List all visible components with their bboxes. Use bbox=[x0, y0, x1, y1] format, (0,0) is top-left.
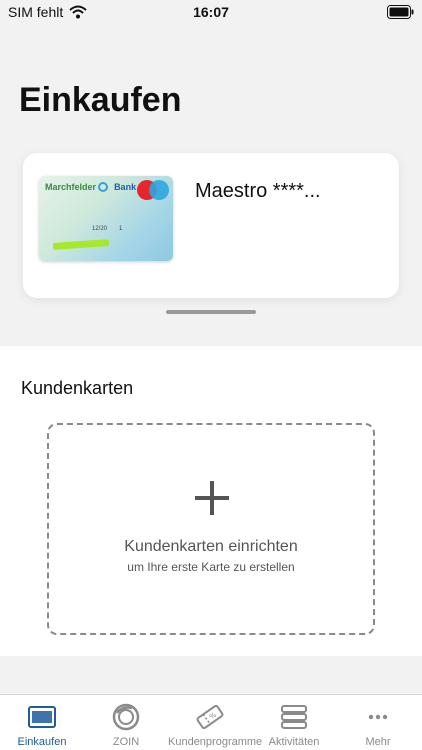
tab-label-kundenprogramme: Kundenprogramme bbox=[168, 736, 263, 748]
card-number-redaction bbox=[52, 239, 110, 250]
add-card-subtitle: um Ihre erste Karte zu erstellen bbox=[127, 560, 295, 574]
add-loyalty-card-button[interactable]: Kundenkarten einrichten um Ihre erste Ka… bbox=[47, 423, 375, 635]
section-title-kundenkarten: Kundenkarten bbox=[21, 378, 134, 398]
ticket-icon: % bbox=[196, 704, 224, 730]
tab-aktivitaeten[interactable]: Aktivitäten bbox=[252, 695, 336, 750]
card-label: Maestro ****... bbox=[195, 180, 321, 202]
tab-label-aktivitaeten: Aktivitäten bbox=[268, 736, 320, 748]
activity-icon bbox=[281, 705, 307, 729]
status-time: 16:07 bbox=[193, 4, 229, 20]
battery-icon bbox=[387, 5, 414, 19]
page-indicator bbox=[166, 310, 256, 314]
plus-icon bbox=[195, 481, 229, 515]
payment-card[interactable]: Marchfelder Bank 12/20 1 Maestro ****... bbox=[23, 153, 399, 298]
add-card-title: Kundenkarten einrichten bbox=[124, 538, 298, 555]
maestro-logo-icon bbox=[137, 180, 169, 200]
status-bar: SIM fehlt 16:07 bbox=[0, 0, 422, 26]
tab-bar: Einkaufen ZOIN % Kundenprogramme Aktivit… bbox=[0, 694, 422, 750]
bank-name: Marchfelder Bank bbox=[45, 182, 137, 192]
more-icon bbox=[368, 714, 388, 720]
card-mark: 1 bbox=[119, 226, 123, 232]
tab-kundenprogramme[interactable]: % Kundenprogramme bbox=[168, 695, 263, 750]
payment-section: Einkaufen Marchfelder Bank 12/20 1 Maest… bbox=[0, 26, 422, 346]
tab-zoin[interactable]: ZOIN bbox=[84, 695, 168, 750]
tab-einkaufen[interactable]: Einkaufen bbox=[0, 695, 84, 750]
zoin-icon bbox=[112, 703, 140, 731]
tab-mehr[interactable]: Mehr bbox=[336, 695, 420, 750]
page-title: Einkaufen bbox=[19, 81, 182, 119]
tab-label-mehr: Mehr bbox=[365, 736, 391, 748]
bank-card-image: Marchfelder Bank 12/20 1 bbox=[39, 176, 173, 261]
bottom-spacer bbox=[0, 656, 422, 694]
bank-logo-icon bbox=[98, 182, 108, 192]
tab-label-einkaufen: Einkaufen bbox=[17, 736, 67, 748]
tab-label-zoin: ZOIN bbox=[112, 736, 140, 748]
card-icon bbox=[28, 706, 56, 728]
card-expiry: 12/20 bbox=[92, 226, 108, 232]
